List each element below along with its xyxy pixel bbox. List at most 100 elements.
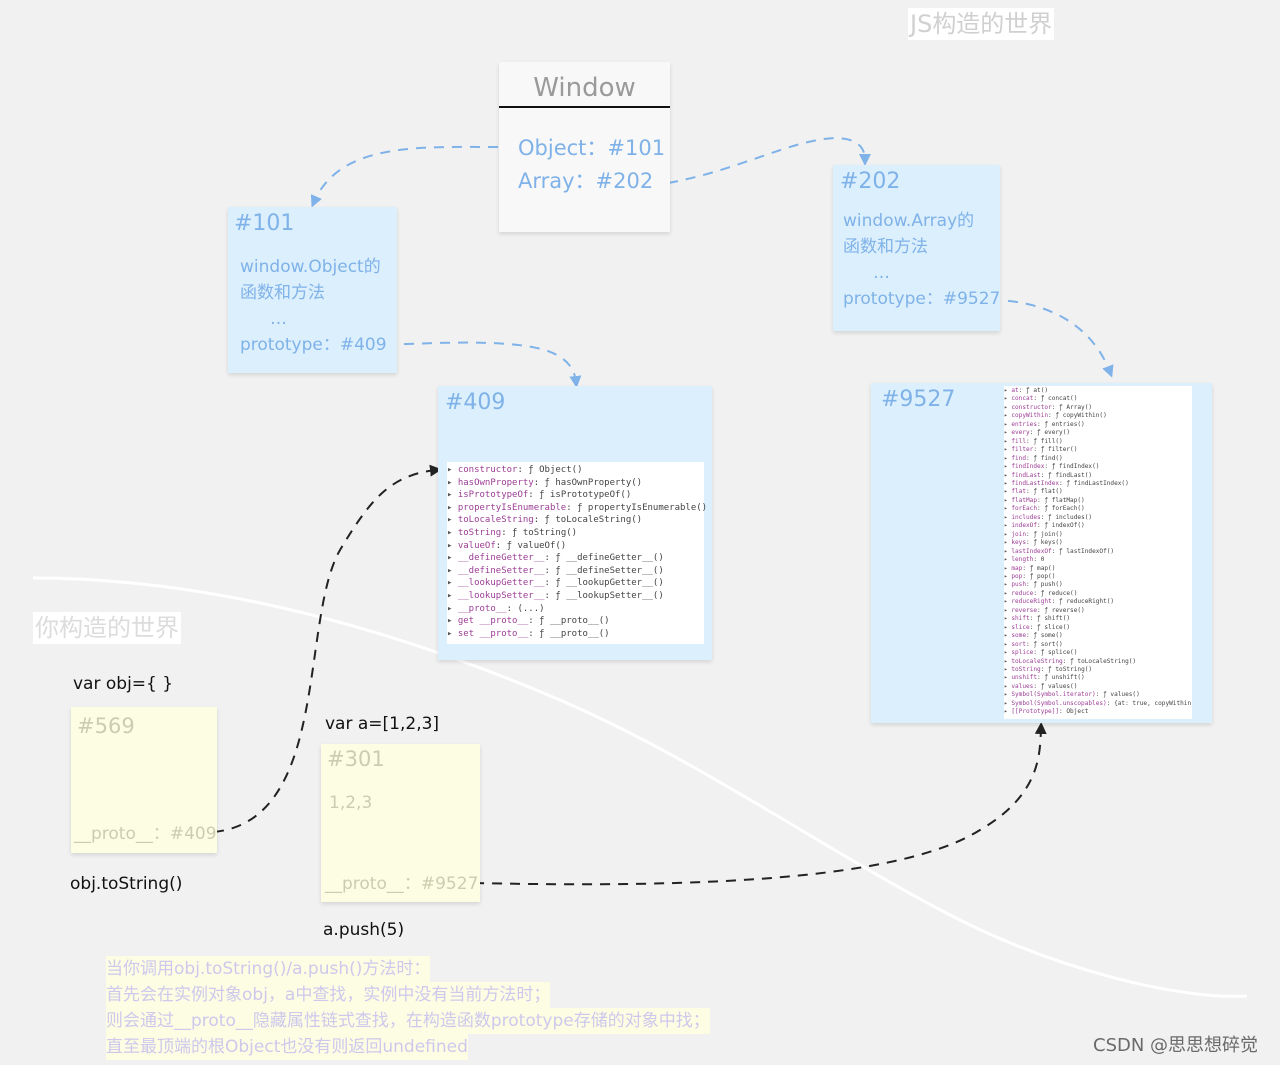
prototype-member-row[interactable]: ▸ reverse: ƒ reverse() [1004,607,1192,615]
prototype-member-row[interactable]: ▸ concat: ƒ concat() [1004,395,1192,403]
prototype-member-row[interactable]: ▸ shift: ƒ shift() [1004,615,1192,623]
member-value: ƒ __defineSetter__() [555,565,664,576]
box-101-desc-line1: window.Object的 [240,257,381,277]
prototype-member-row[interactable]: ▸ toString: ƒ toString() [447,527,704,540]
member-key: flatMap [1011,496,1038,504]
array-push-call: a.push(5) [323,920,405,940]
prototype-member-row[interactable]: ▸ filter: ƒ filter() [1004,446,1192,454]
expand-caret-icon[interactable]: ▸ [447,578,458,588]
member-separator: : [1095,691,1104,699]
prototype-member-row[interactable]: ▸ findLastIndex: ƒ findLastIndex() [1004,480,1192,488]
expand-caret-icon[interactable]: ▸ [447,553,458,563]
box-202-desc-line1: window.Array的 [843,211,975,231]
prototype-member-row[interactable]: ▸ [[Prototype]]: Object [1004,708,1192,716]
expand-caret-icon[interactable]: ▸ [447,616,458,626]
prototype-member-row[interactable]: ▸ entries: ƒ entries() [1004,421,1192,429]
prototype-member-row[interactable]: ▸ lastIndexOf: ƒ lastIndexOf() [1004,548,1192,556]
member-value: Object [1066,708,1089,716]
prototype-member-row[interactable]: ▸ constructor: ƒ Array() [1004,404,1192,412]
member-value: ƒ indexOf() [1044,522,1085,530]
member-separator: : [1040,471,1049,479]
prototype-member-row[interactable]: ▸ indexOf: ƒ indexOf() [1004,522,1192,530]
expand-caret-icon[interactable]: ▸ [447,604,458,614]
prototype-member-row[interactable]: ▸ keys: ƒ keys() [1004,539,1192,547]
prototype-member-row[interactable]: ▸ __lookupGetter__: ƒ __lookupGetter__() [447,577,704,590]
prototype-member-row[interactable]: ▸ flatMap: ƒ flatMap() [1004,497,1192,505]
prototype-member-row[interactable]: ▸ values: ƒ values() [1004,683,1192,691]
arrow-window-to-101 [310,145,499,208]
member-separator: : [501,527,513,538]
expand-caret-icon[interactable]: ▸ [447,591,458,601]
prototype-member-row[interactable]: ▸ __defineSetter__: ƒ __defineSetter__() [447,565,704,578]
prototype-member-row[interactable]: ▸ isPrototypeOf: ƒ isPrototypeOf() [447,489,704,502]
member-key: toString [1011,665,1041,673]
expand-caret-icon[interactable]: ▸ [447,541,458,551]
expand-caret-icon[interactable]: ▸ [447,503,458,513]
prototype-member-row[interactable]: ▸ sort: ƒ sort() [1004,641,1192,649]
prototype-member-row[interactable]: ▸ set __proto__: ƒ __proto__() [447,628,704,641]
member-value: (...) [517,603,545,614]
expand-caret-icon[interactable]: ▸ [447,629,458,639]
prototype-member-row[interactable]: ▸ findIndex: ƒ findIndex() [1004,463,1192,471]
expand-caret-icon[interactable]: ▸ [447,465,458,475]
prototype-member-row[interactable]: ▸ reduceRight: ƒ reduceRight() [1004,598,1192,606]
member-value: ƒ __lookupGetter__() [555,578,664,589]
member-value: ƒ splice() [1040,649,1078,657]
prototype-member-row[interactable]: ▸ __lookupSetter__: ƒ __lookupSetter__() [447,590,704,603]
prototype-member-row[interactable]: ▸ __proto__: (...) [447,603,704,616]
member-separator: : [1040,513,1049,521]
prototype-member-row[interactable]: ▸ push: ƒ push() [1004,581,1192,589]
prototype-member-row[interactable]: ▸ includes: ƒ includes() [1004,514,1192,522]
prototype-member-row[interactable]: ▸ some: ƒ some() [1004,632,1192,640]
box-202: #202 window.Array的 函数和方法 … prototype：#95… [833,165,1000,331]
prototype-member-row[interactable]: ▸ toLocaleString: ƒ toLocaleString() [1004,658,1192,666]
prototype-member-row[interactable]: ▸ every: ƒ every() [1004,429,1192,437]
prototype-member-row[interactable]: ▸ Symbol(Symbol.iterator): ƒ values() [1004,691,1192,699]
prototype-member-row[interactable]: ▸ get __proto__: ƒ __proto__() [447,615,704,628]
prototype-member-row[interactable]: ▸ map: ƒ map() [1004,565,1192,573]
member-separator: : [517,465,529,475]
member-separator: : [544,553,556,564]
expand-caret-icon[interactable]: ▸ [447,490,458,500]
prototype-member-row[interactable]: ▸ length: 0 [1004,556,1192,564]
expand-caret-icon[interactable]: ▸ [447,478,458,488]
prototype-member-row[interactable]: ▸ slice: ƒ slice() [1004,624,1192,632]
prototype-member-row[interactable]: ▸ reduce: ƒ reduce() [1004,590,1192,598]
prototype-member-row[interactable]: ▸ findLast: ƒ findLast() [1004,472,1192,480]
prototype-member-row[interactable]: ▸ flat: ƒ flat() [1004,488,1192,496]
member-value: ƒ reduceRight() [1059,598,1115,606]
prototype-member-row[interactable]: ▸ at: ƒ at() [1004,387,1192,395]
member-key: splice [1011,649,1034,657]
member-key: get __proto__ [457,616,529,627]
prototype-member-row[interactable]: ▸ fill: ƒ fill() [1004,438,1192,446]
prototype-member-row[interactable]: ▸ copyWithin: ƒ copyWithin() [1004,412,1192,420]
expand-caret-icon[interactable]: ▸ [447,515,458,525]
prototype-member-row[interactable]: ▸ propertyIsEnumerable: ƒ propertyIsEnum… [447,502,707,515]
prototype-member-row[interactable]: ▸ hasOwnProperty: ƒ hasOwnProperty() [447,477,704,490]
prototype-member-row[interactable]: ▸ Symbol(Symbol.unscopables): {at: true,… [1004,700,1192,708]
note-line: 首先会在实例对象obj，a中查找，实例中没有当前方法时； [106,982,551,1008]
prototype-member-row[interactable]: ▸ __defineGetter__: ƒ __defineGetter__() [447,552,704,565]
prototype-member-row[interactable]: ▸ forEach: ƒ forEach() [1004,505,1192,513]
prototype-member-row[interactable]: ▸ splice: ƒ splice() [1004,649,1192,657]
prototype-member-row[interactable]: ▸ unshift: ƒ unshift() [1004,674,1192,682]
prototype-member-row[interactable]: ▸ valueOf: ƒ valueOf() [447,540,704,553]
member-key: shift [1011,615,1030,623]
expand-caret-icon[interactable]: ▸ [447,566,458,576]
window-divider [499,106,670,108]
member-value: ƒ pop() [1029,572,1056,580]
prototype-member-row[interactable]: ▸ constructor: ƒ Object() [447,464,704,477]
member-value: ƒ reverse() [1044,606,1085,614]
expand-caret-icon[interactable]: ▸ [447,528,458,538]
box-301: #301 1,2,3 __proto__：#9527 [321,744,480,902]
member-separator: : [1033,446,1041,454]
prototype-member-row[interactable]: ▸ join: ƒ join() [1004,531,1192,539]
member-separator: : [1029,615,1038,623]
prototype-member-row[interactable]: ▸ toLocaleString: ƒ toLocaleString() [447,514,704,527]
member-separator: : [1018,387,1027,394]
member-key: entries [1011,420,1038,428]
prototype-member-row[interactable]: ▸ find: ƒ find() [1004,455,1192,463]
box-101: #101 window.Object的 函数和方法 … prototype：#4… [228,207,397,373]
prototype-member-row[interactable]: ▸ pop: ƒ pop() [1004,573,1192,581]
prototype-member-row[interactable]: ▸ toString: ƒ toString() [1004,666,1192,674]
